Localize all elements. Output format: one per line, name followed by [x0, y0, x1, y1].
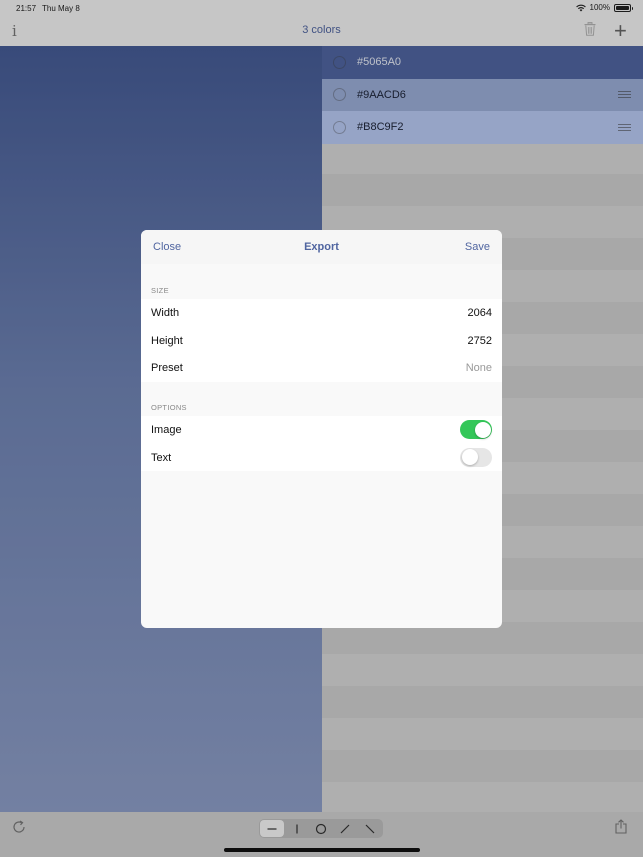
toggle-knob	[461, 449, 478, 465]
width-label: Width	[151, 307, 180, 319]
image-toggle[interactable]	[460, 420, 492, 439]
height-value[interactable]: 2752	[468, 335, 492, 347]
text-toggle[interactable]	[460, 447, 492, 467]
text-row: Text	[141, 444, 502, 472]
preset-row[interactable]: Preset None	[141, 354, 502, 382]
height-label: Height	[151, 334, 183, 347]
width-value[interactable]: 2064	[468, 307, 492, 319]
options-group: Image Text	[141, 416, 502, 471]
export-dialog-title: Export	[304, 241, 339, 253]
size-section-label: SIZE	[151, 286, 169, 295]
save-button[interactable]: Save	[465, 241, 490, 253]
export-dialog: Close Export Save SIZE Width 2064 Height…	[141, 230, 502, 628]
size-group: Width 2064 Height 2752 Preset None	[141, 299, 502, 382]
width-row[interactable]: Width 2064	[141, 299, 502, 327]
preset-value[interactable]: None	[466, 362, 492, 374]
toggle-knob	[474, 421, 491, 438]
text-label: Text	[151, 451, 172, 464]
height-row[interactable]: Height 2752	[141, 327, 502, 355]
image-label: Image	[151, 424, 182, 436]
preset-label: Preset	[151, 362, 183, 374]
export-dialog-header: Close Export Save	[141, 230, 502, 264]
options-section-label: OPTIONS	[151, 403, 187, 412]
image-row: Image	[141, 416, 502, 444]
